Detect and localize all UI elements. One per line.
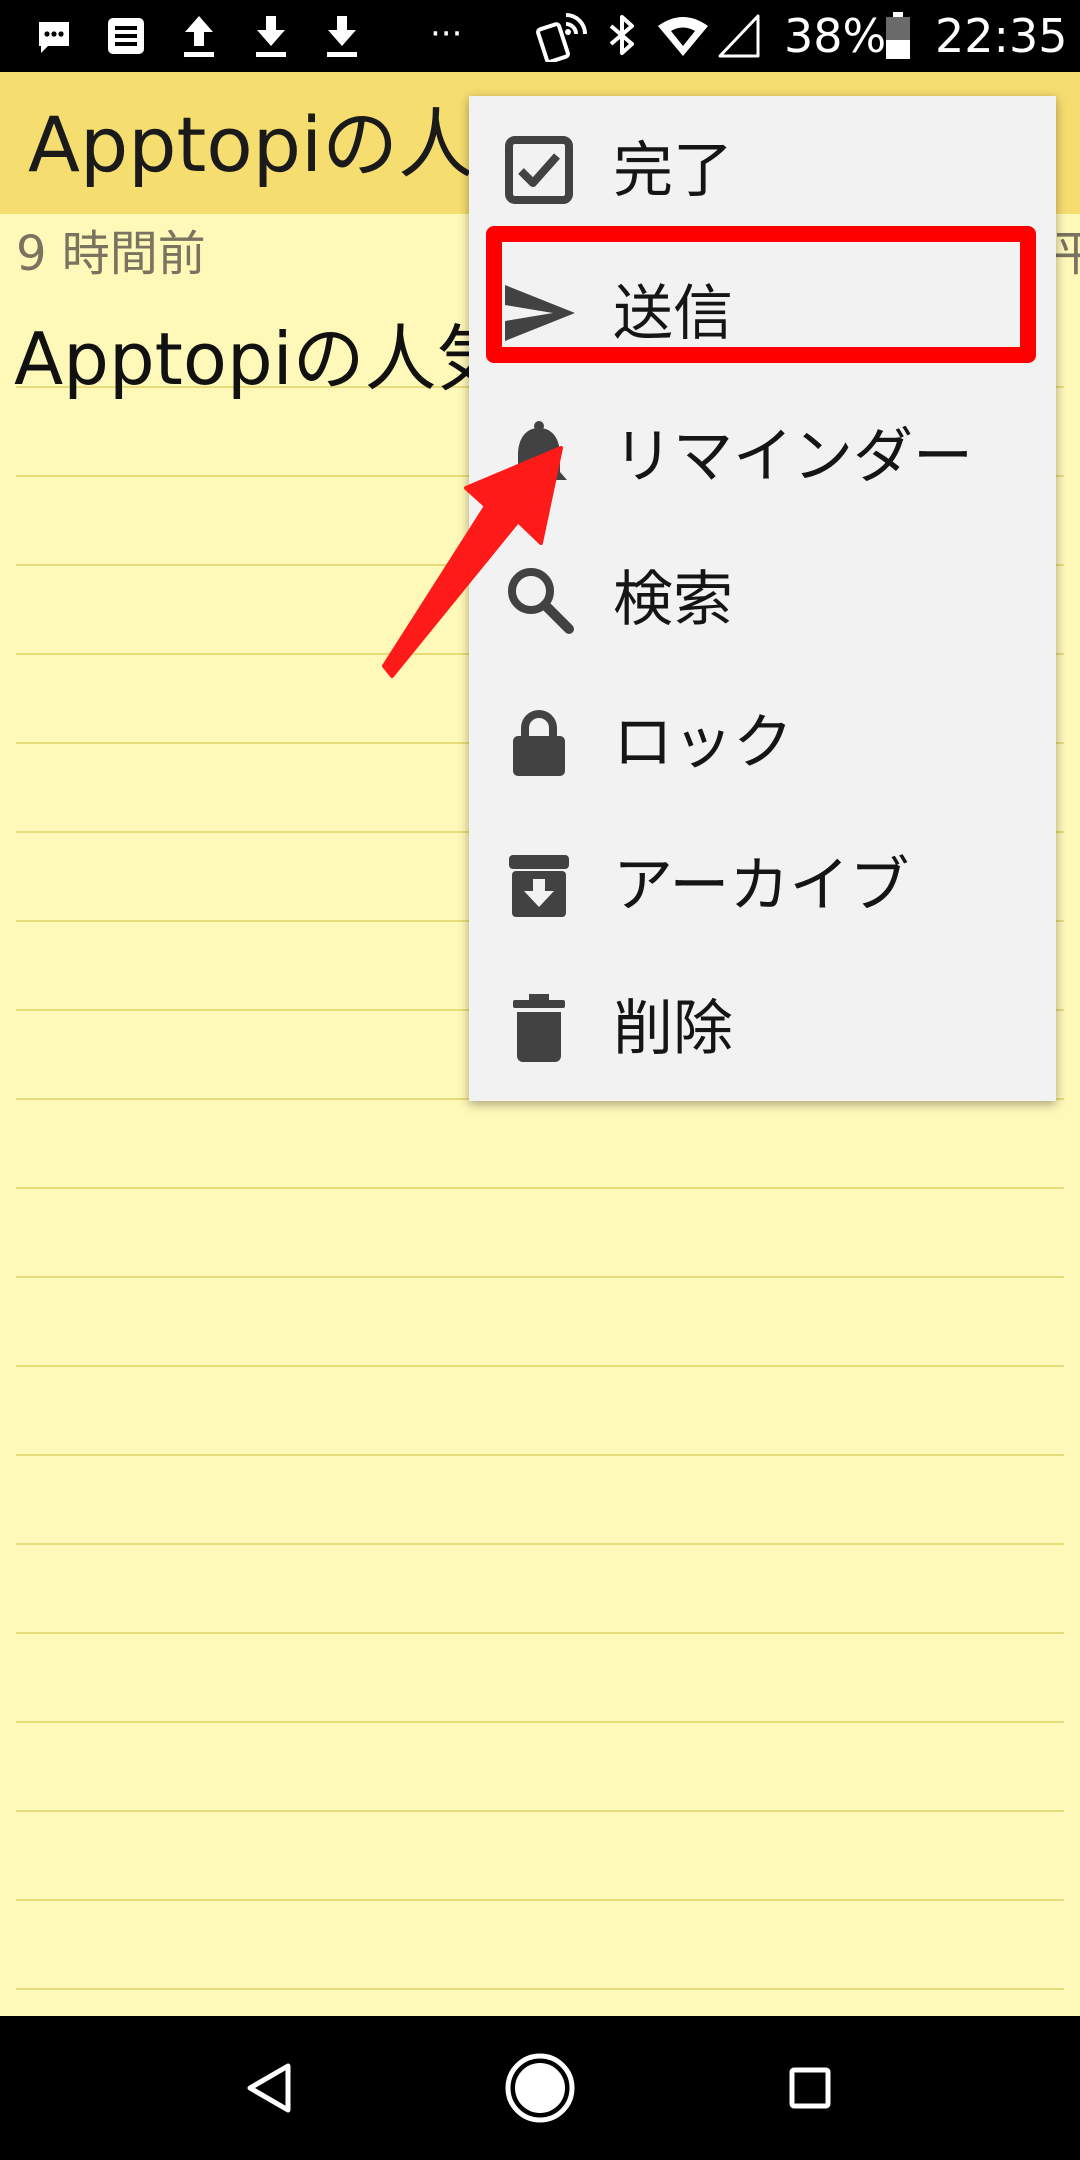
menu-item-label: ロック	[613, 708, 793, 778]
note-timestamp: 9 時間前	[16, 226, 206, 282]
menu-item-done[interactable]: 完了	[469, 98, 1056, 241]
bell-icon	[503, 420, 575, 492]
download-icon	[252, 10, 290, 62]
more-dots-icon: ···	[430, 14, 463, 54]
note-body-text[interactable]: Apptopiの人気	[14, 314, 509, 404]
checkbox-icon	[503, 134, 575, 206]
menu-item-label: 削除	[613, 994, 733, 1064]
download-icon	[323, 10, 361, 62]
menu-item-label: 検索	[613, 565, 733, 635]
menu-item-reminder[interactable]: リマインダー	[469, 384, 1056, 527]
send-highlight-box	[486, 226, 1036, 363]
search-icon	[503, 563, 575, 635]
archive-icon	[503, 849, 575, 921]
menu-item-archive[interactable]: アーカイブ	[469, 813, 1056, 956]
menu-item-label: アーカイブ	[613, 851, 910, 921]
back-icon[interactable]	[230, 2048, 310, 2128]
recents-icon[interactable]	[770, 2048, 850, 2128]
status-bar: ··· 38% 22:35	[0, 0, 1080, 72]
screen: ··· 38% 22:35 Apptopiの人気 9 時間前 平 Apptopi…	[0, 0, 1080, 2160]
clock: 22:35	[935, 9, 1068, 63]
navigation-bar	[0, 2016, 1080, 2160]
menu-item-lock[interactable]: ロック	[469, 670, 1056, 813]
wifi-icon	[656, 10, 710, 62]
trash-icon	[503, 992, 575, 1064]
notes-icon	[106, 10, 146, 62]
bluetooth-icon	[606, 10, 638, 62]
lock-icon	[503, 706, 575, 778]
menu-item-label: リマインダー	[613, 422, 973, 492]
nfc-icon	[536, 10, 592, 62]
menu-item-label: 完了	[613, 136, 733, 206]
note-date-fragment: 平	[1052, 226, 1080, 282]
battery-icon	[884, 10, 912, 62]
home-icon[interactable]	[500, 2048, 580, 2128]
menu-item-delete[interactable]: 削除	[469, 956, 1056, 1099]
upload-icon	[180, 10, 218, 62]
message-icon	[36, 10, 72, 62]
battery-percent: 38%	[784, 9, 887, 63]
menu-item-search[interactable]: 検索	[469, 527, 1056, 670]
signal-icon	[718, 10, 762, 62]
